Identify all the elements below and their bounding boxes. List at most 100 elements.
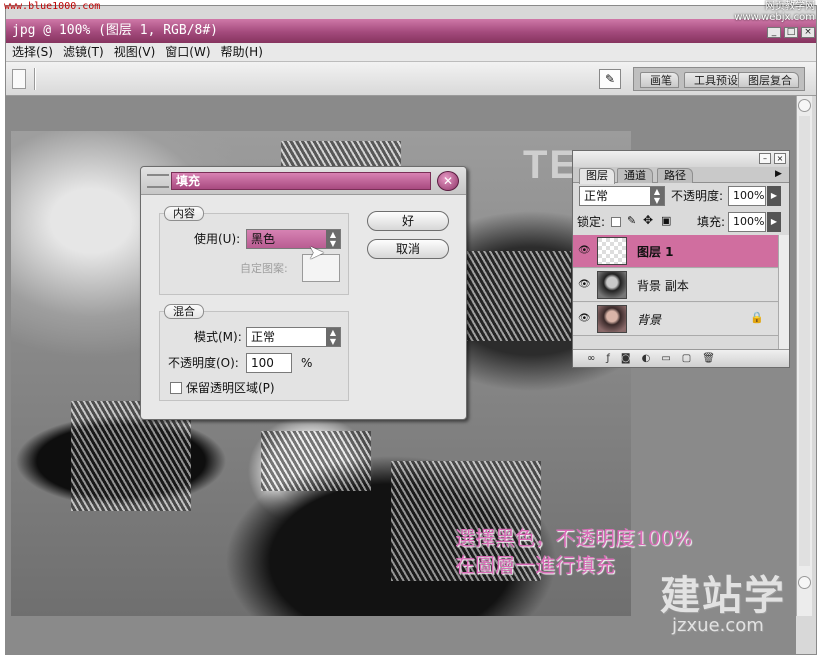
fill-label: 填充: (697, 215, 726, 229)
layers-footer: ∞ ƒ ◙ ◐ ▭ ▢ 🗑 (573, 349, 789, 367)
use-select[interactable]: 黑色 ▲ ▼ (246, 229, 341, 249)
mode-select[interactable]: 正常 ▲ ▼ (246, 327, 341, 347)
opacity-label: 不透明度(O): (168, 356, 239, 370)
maximize-button[interactable]: □ (784, 27, 798, 38)
watermark-top-right-line1: 网页教学网 (765, 1, 815, 12)
cancel-button[interactable]: 取消 (367, 239, 449, 259)
link-layers-icon[interactable]: ∞ (587, 350, 595, 367)
dropdown-arrows-icon: ▲ ▼ (650, 187, 664, 205)
mode-select-value: 正常 (251, 330, 276, 344)
opacity-slider-toggle-icon[interactable]: ▶ (767, 186, 781, 206)
lock-move-icon[interactable]: ✥ (643, 213, 653, 227)
blend-mode-select[interactable]: 正常 ▲ ▼ (579, 186, 665, 206)
brush-palette-toggle-icon[interactable]: ✎ (599, 69, 621, 89)
layer-name: 背景 副本 (637, 279, 689, 293)
dropdown-arrows-icon: ▲ ▼ (326, 230, 340, 248)
scroll-up-button[interactable] (798, 99, 811, 112)
grip-icon (147, 174, 169, 188)
image-text: TE (523, 143, 579, 187)
mode-label: 模式(M): (194, 330, 242, 344)
panel-close-icon[interactable]: × (774, 153, 786, 164)
eye-icon[interactable]: 👁 (578, 279, 591, 290)
watermark-top-left: www.blue1000.com (4, 1, 101, 12)
dialog-title: 填充 (171, 172, 431, 190)
ok-button[interactable]: 好 (367, 211, 449, 231)
caption-line1: 選擇黑色，不透明度100% (455, 526, 693, 550)
window-controls: _ □ × (767, 27, 815, 38)
minimize-button[interactable]: _ (767, 27, 781, 38)
watermark-top-right: 网页教学网 www.webjx.com (734, 1, 815, 23)
opacity-input[interactable]: 100 (246, 353, 292, 373)
panel-tabs: 图层 通道 路径 ▶ (573, 167, 789, 184)
custom-pattern-label: 自定图案: (240, 262, 288, 275)
menu-window[interactable]: 窗口(W) (165, 43, 210, 61)
palette-well: 画笔 工具预设 图层复合 (633, 67, 805, 91)
panel-menu-icon[interactable]: ▶ (775, 169, 782, 179)
menu-view[interactable]: 视图(V) (114, 43, 156, 61)
delete-layer-icon[interactable]: 🗑 (702, 350, 715, 367)
layers-panel: – × 图层 通道 路径 ▶ 正常 ▲ ▼ 不透明度: 100% ▶ 锁定: ✎ … (572, 150, 790, 368)
new-group-icon[interactable]: ▭ (661, 350, 670, 367)
layer-name: 图层 1 (637, 245, 674, 259)
menu-help[interactable]: 帮助(H) (221, 43, 263, 61)
layer-row[interactable]: 👁 背景 副本 (573, 269, 778, 302)
adjustment-layer-icon[interactable]: ◐ (642, 350, 651, 367)
use-select-value: 黑色 (251, 232, 276, 246)
tab-paths[interactable]: 路径 (657, 168, 693, 183)
fill-slider-toggle-icon[interactable]: ▶ (767, 212, 781, 232)
options-separator (34, 68, 36, 90)
lock-all-icon[interactable]: ▣ (661, 214, 671, 227)
lock-row: 锁定: ✎ ✥ ▣ 填充: 100% ▶ (573, 212, 789, 234)
new-layer-icon[interactable]: ▢ (682, 350, 691, 367)
tab-channels[interactable]: 通道 (617, 168, 653, 183)
lock-transparent-icon[interactable] (611, 217, 621, 227)
window-title: jpg @ 100% (图层 1, RGB/8#) (6, 19, 816, 43)
eye-icon[interactable]: 👁 (578, 313, 591, 324)
panel-titlebar[interactable]: – × (573, 151, 789, 167)
well-tab-tool-presets[interactable]: 工具预设 (684, 72, 745, 88)
well-tab-brushes[interactable]: 画笔 (640, 72, 679, 88)
layer-opacity-label: 不透明度: (671, 189, 724, 203)
menu-select[interactable]: 选择(S) (12, 43, 53, 61)
menu-filter[interactable]: 滤镜(T) (63, 43, 104, 61)
fill-input[interactable]: 100% (728, 212, 766, 232)
close-icon[interactable]: ✕ (437, 171, 459, 191)
preserve-transparency-label: 保留透明区域(P) (186, 381, 275, 395)
watermark-bottom-right: 建站学 jzxue.com (660, 575, 786, 635)
blending-group: 混合 模式(M): 正常 ▲ ▼ 不透明度(O): 100 % 保留透明区域(P) (159, 304, 349, 401)
watermark-top-right-line2: www.webjx.com (734, 12, 815, 23)
layer-name: 背景 (637, 313, 662, 327)
fill-dialog: 填充 ✕ 内容 使用(U): 黑色 ▲ ▼ 自定图案: 混合 模式(M): 正常 … (140, 166, 467, 420)
panel-minimize-icon[interactable]: – (759, 153, 771, 164)
lock-icon: 🔒 (750, 311, 764, 324)
add-mask-icon[interactable]: ◙ (621, 350, 631, 367)
contents-group-title: 内容 (164, 206, 204, 221)
blend-row: 正常 ▲ ▼ 不透明度: 100% ▶ (573, 186, 789, 208)
dropdown-arrows-icon: ▲ ▼ (326, 328, 340, 346)
dialog-titlebar[interactable]: 填充 ✕ (141, 167, 466, 195)
caption-line2: 在圖層一進行填充 (455, 553, 615, 577)
lock-paint-icon[interactable]: ✎ (627, 214, 636, 227)
layer-style-icon[interactable]: ƒ (606, 350, 610, 367)
menu-bar: 选择(S) 滤镜(T) 视图(V) 窗口(W) 帮助(H) (6, 43, 816, 62)
well-tab-layer-comps[interactable]: 图层复合 (738, 72, 799, 88)
tab-layers[interactable]: 图层 (579, 168, 615, 184)
tutorial-caption: 選擇黑色，不透明度100% 在圖層一進行填充 (455, 525, 692, 579)
options-bar: ✎ 画笔 工具预设 图层复合 (6, 62, 816, 96)
scroll-down-button[interactable] (798, 576, 811, 589)
tool-preset-picker[interactable] (12, 69, 26, 89)
layer-thumbnail (597, 305, 627, 333)
layer-opacity-input[interactable]: 100% (728, 186, 766, 206)
scroll-track[interactable] (799, 116, 810, 566)
preserve-transparency-checkbox[interactable] (170, 382, 182, 394)
eye-icon[interactable]: 👁 (578, 245, 591, 256)
layer-row[interactable]: 👁 背景 🔒 (573, 303, 778, 336)
blending-group-title: 混合 (164, 304, 204, 319)
vertical-scrollbar[interactable] (796, 96, 812, 616)
close-window-button[interactable]: × (801, 27, 815, 38)
layer-row[interactable]: 👁 图层 1 (573, 235, 778, 268)
lock-label: 锁定: (577, 215, 606, 229)
layers-scrollbar[interactable] (778, 235, 789, 349)
layer-thumbnail (597, 271, 627, 299)
opacity-unit: % (301, 356, 313, 370)
